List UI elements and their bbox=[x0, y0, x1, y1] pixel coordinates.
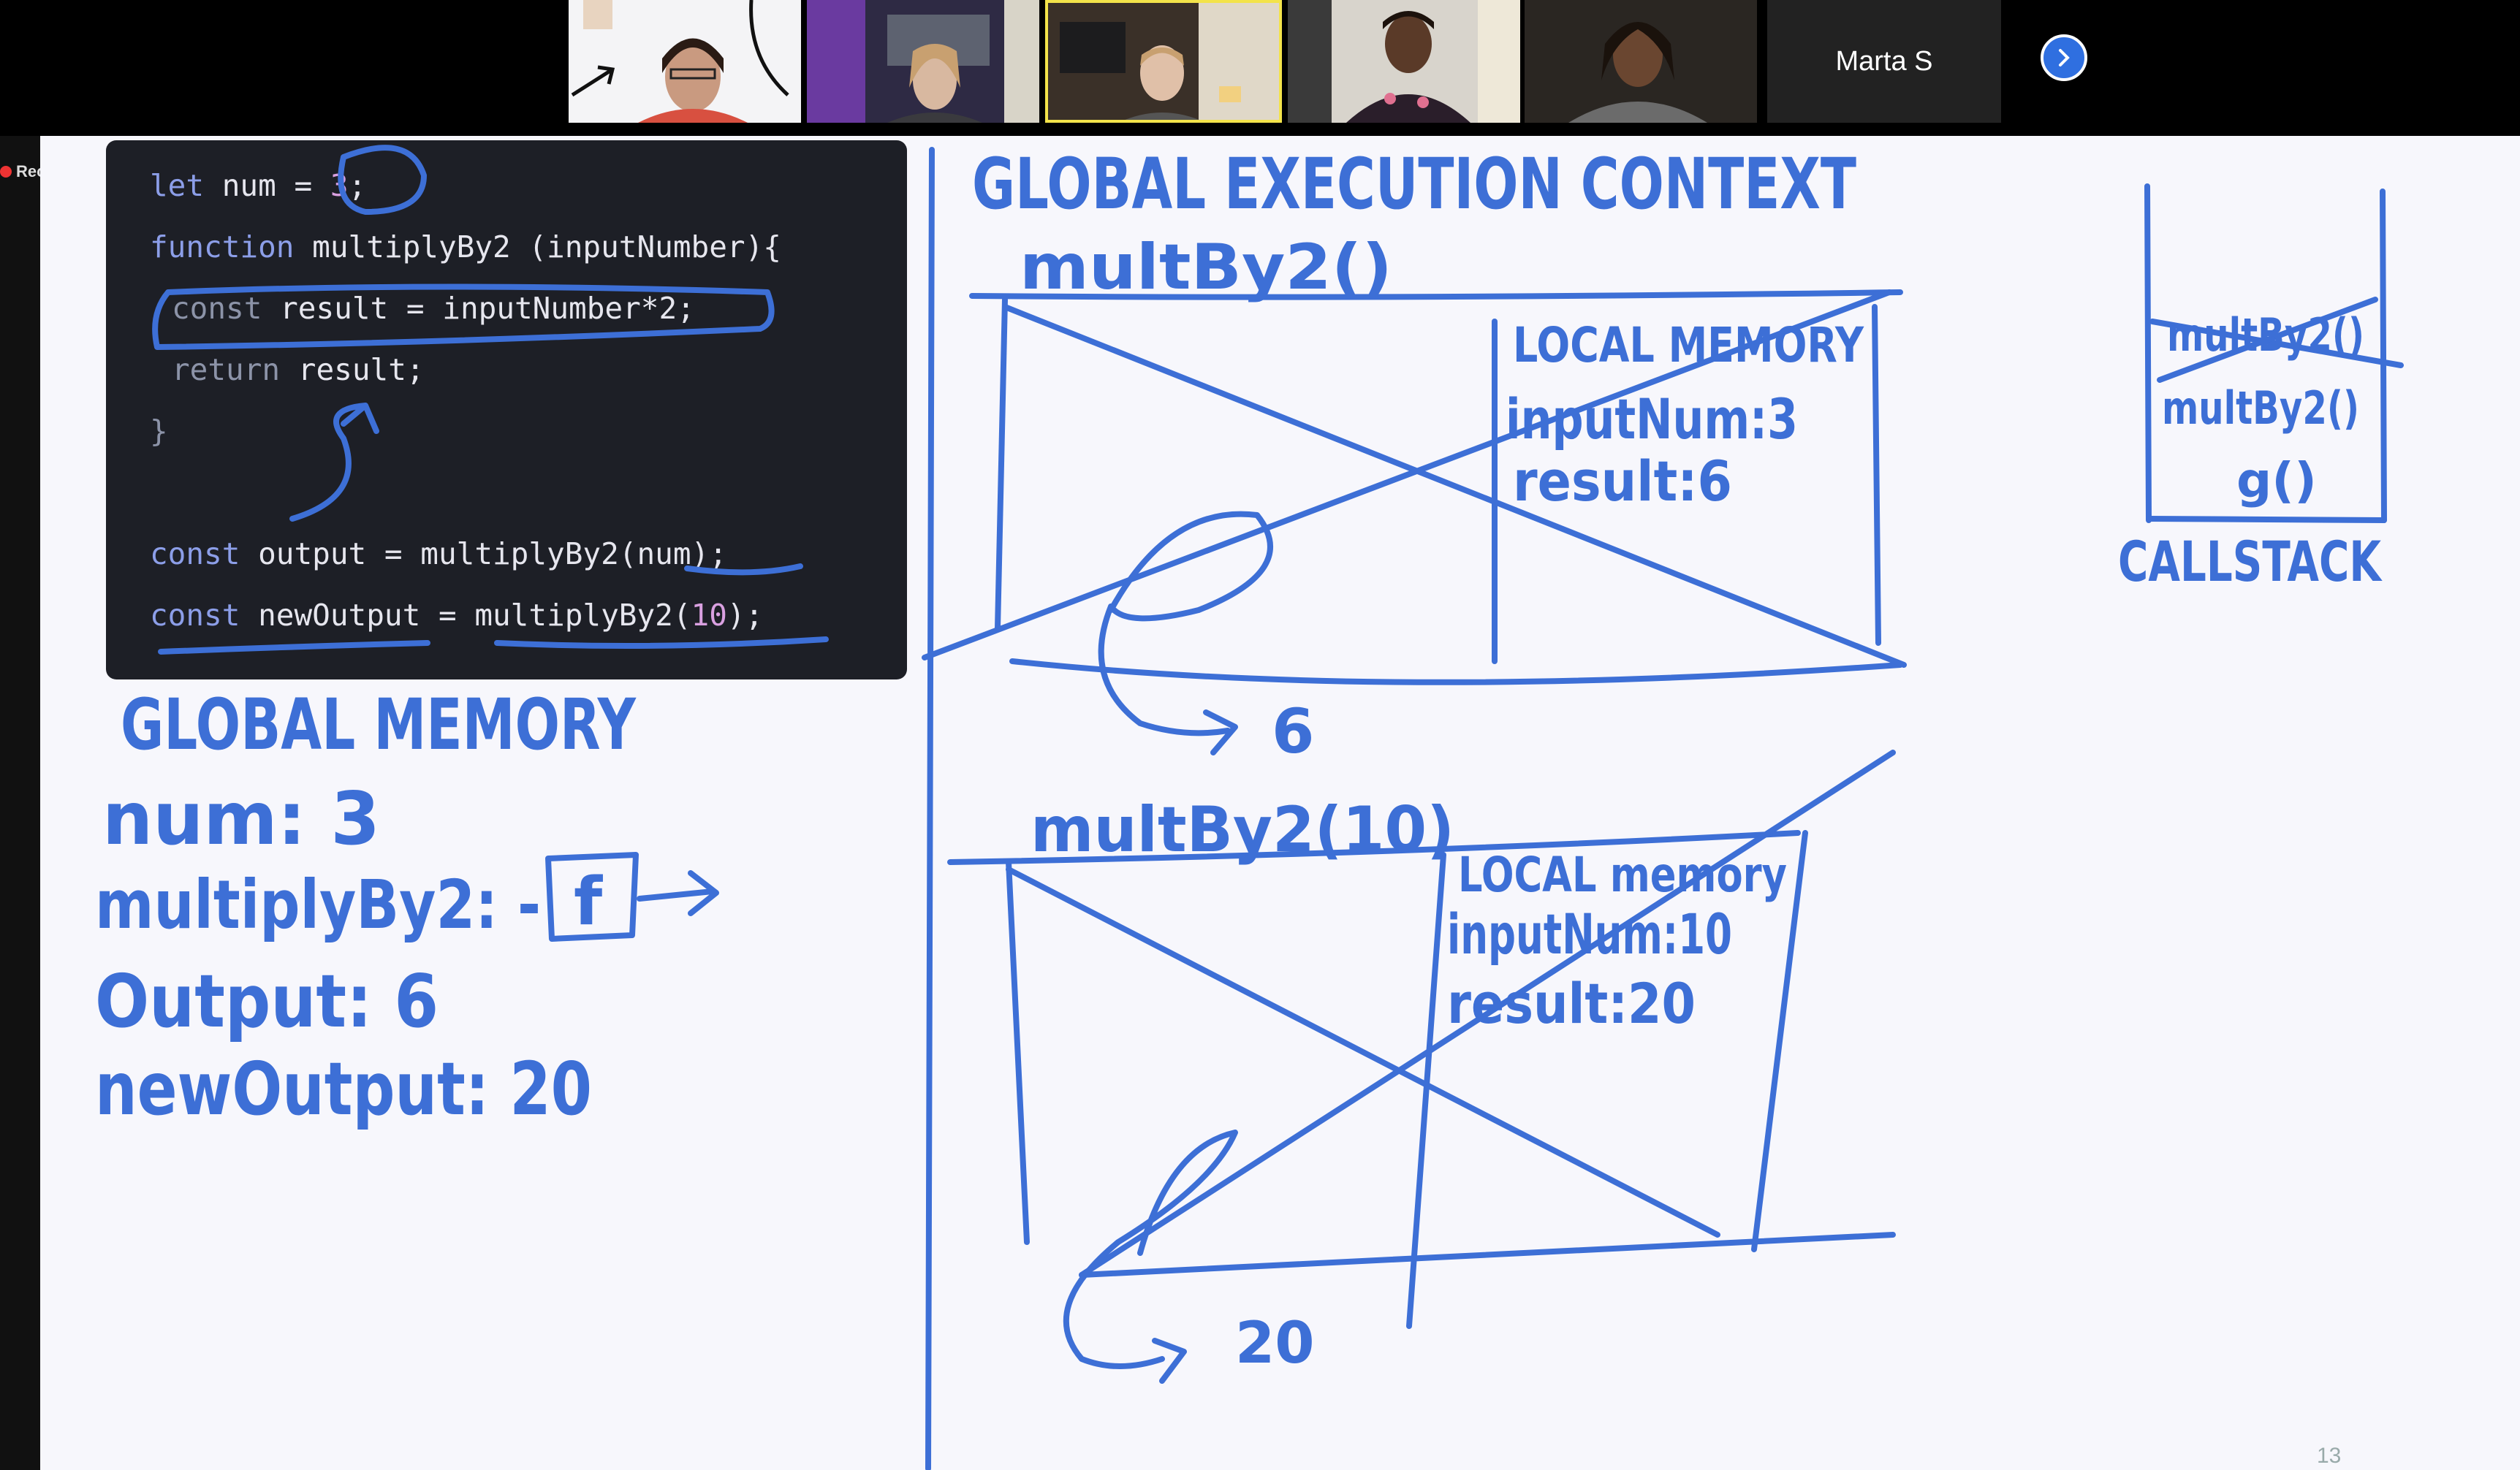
ink-ec1-left bbox=[995, 297, 1008, 631]
call1-title: multBy2() bbox=[1020, 231, 1392, 304]
call2-local-title: LOCAL memory bbox=[1458, 847, 1787, 903]
ink-stack-left bbox=[2144, 183, 2152, 523]
gec-title: GLOBAL EXECUTION CONTEXT bbox=[972, 143, 1856, 225]
ink-f-arrow bbox=[637, 870, 719, 916]
ink-ec2-left bbox=[1006, 859, 1030, 1245]
ink-underline-call10 bbox=[494, 636, 829, 649]
ink-stack-right bbox=[2380, 188, 2387, 523]
ink-layer: GLOBAL EXECUTION CONTEXT multBy2() LOCAL… bbox=[95, 143, 2404, 1470]
ink-ec1-swirl bbox=[1098, 511, 1273, 755]
ink-circle-3 bbox=[338, 145, 427, 215]
ink-underline-newoutput bbox=[158, 640, 430, 655]
ink-ec1-right bbox=[1872, 304, 1881, 646]
call2-result: result:20 bbox=[1447, 971, 1696, 1036]
stack-item-3: g() bbox=[2236, 452, 2317, 509]
call1-local-title: LOCAL MEMORY bbox=[1513, 317, 1864, 373]
call2-input: inputNum:10 bbox=[1447, 902, 1732, 967]
ink-stack-bottom bbox=[2146, 516, 2387, 523]
call1-return-value: 6 bbox=[1272, 696, 1314, 767]
callstack-label: CALLSTACK bbox=[2118, 529, 2383, 594]
gm-num: num: 3 bbox=[102, 776, 380, 861]
stack-item-2: multBy2() bbox=[2162, 381, 2359, 435]
stack-item-1: multBy2() bbox=[2167, 308, 2364, 362]
global-memory-title: GLOBAL MEMORY bbox=[121, 684, 637, 766]
gm-output: Output: 6 bbox=[95, 959, 439, 1044]
call2-title: multBy2(10) bbox=[1031, 793, 1454, 867]
ink-ec1-bottom bbox=[1009, 658, 1903, 685]
ink-gec-divider bbox=[925, 147, 935, 1470]
gm-newoutput: newOutput: 20 bbox=[95, 1046, 592, 1132]
ink-highlight-const-result bbox=[152, 283, 775, 350]
call1-result: result:6 bbox=[1513, 449, 1732, 514]
gm-f: f bbox=[574, 864, 603, 940]
gm-multiply: multiplyBy2: - bbox=[95, 866, 541, 944]
call1-input: inputNum:3 bbox=[1506, 386, 1798, 452]
ink-ec2-bottom bbox=[1079, 1232, 1896, 1278]
ink-underline-num bbox=[684, 563, 803, 576]
ink-ec2-swirl bbox=[1063, 1130, 1238, 1384]
call2-return-value: 20 bbox=[1235, 1311, 1315, 1376]
ink-return-arrow bbox=[289, 403, 379, 522]
page-number: 13 bbox=[2317, 1444, 2342, 1468]
